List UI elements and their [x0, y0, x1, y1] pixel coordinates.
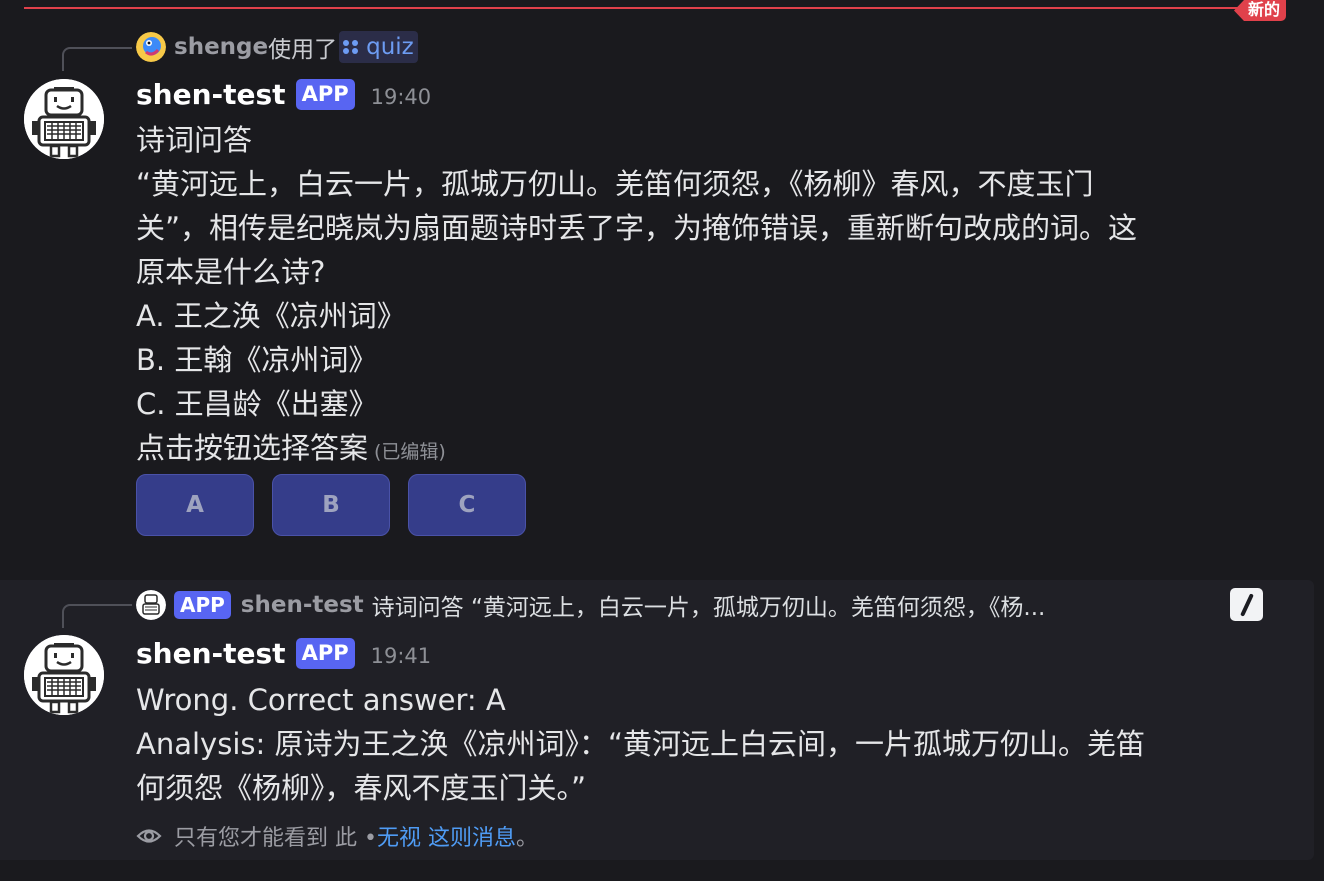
reply-action: 使用了 [268, 37, 338, 63]
author-name[interactable]: shen-test [136, 78, 286, 111]
eye-icon [136, 829, 162, 843]
app-badge: APP [295, 638, 355, 669]
answer-b-button[interactable]: B [272, 474, 390, 536]
result-line: Wrong. Correct answer: A [136, 683, 506, 717]
new-messages-divider [24, 7, 1286, 9]
app-badge: APP [295, 79, 355, 110]
instruction-text: 点击按钮选择答案 [136, 431, 369, 465]
reply-reference[interactable]: APP shen-test 诗词问答 “黄河远上，白云一片，孤城万仞山。羌笛何须… [136, 588, 1266, 622]
instruction-line: 点击按钮选择答案 (已编辑) [136, 426, 1296, 474]
option-a-text: A. 王之涣《凉州词》 [136, 299, 406, 333]
user-avatar-small[interactable] [136, 32, 166, 62]
bot-avatar-small[interactable] [136, 590, 166, 620]
reply-connector [62, 604, 132, 628]
content-line: 原本是什么诗? [136, 255, 326, 289]
message-content: 诗词问答 “黄河远上，白云一片，孤城万仞山。羌笛何须怨，《杨柳》春风，不度玉门 … [136, 118, 1296, 474]
reply-username[interactable]: shenge [174, 34, 268, 60]
reply-app-badge: APP [174, 591, 231, 619]
analysis-line: Analysis: 原诗为王之涣《凉州词》：“黄河远上白云间，一片孤城万仞山。羌… [136, 727, 1145, 761]
message-content: Wrong. Correct answer: A Analysis: 原诗为王之… [136, 678, 1296, 810]
content-line: 关”，相传是纪晓岚为扇面题诗时丢了字，为掩饰错误，重新断句改成的词。这 [136, 211, 1138, 245]
ephemeral-suffix: 。 [515, 826, 538, 851]
message-header: shen-test APP 19:41 [136, 637, 431, 670]
author-name[interactable]: shen-test [136, 637, 286, 670]
ephemeral-text: 只有您才能看到 此 • [174, 826, 377, 851]
message-result: APP shen-test 诗词问答 “黄河远上，白云一片，孤城万仞山。羌笛何须… [0, 580, 1314, 860]
grid-icon [343, 40, 359, 54]
command-name: quiz [366, 34, 414, 60]
ephemeral-notice: 只有您才能看到 此 • 无视 这则消息 。 [136, 820, 538, 852]
analysis-line: 何须怨《杨柳》，春风不度玉门关。” [136, 771, 587, 805]
command-reply-header[interactable]: shenge 使用了 quiz [136, 30, 418, 64]
content-line: “黄河远上，白云一片，孤城万仞山。羌笛何须怨，《杨柳》春风，不度玉门 [136, 167, 1094, 201]
bot-avatar[interactable] [24, 79, 104, 159]
reply-username[interactable]: shen-test [241, 592, 364, 618]
edited-indicator: (已编辑) [374, 441, 446, 463]
timestamp[interactable]: 19:41 [371, 644, 432, 668]
command-quiz-link[interactable]: quiz [339, 31, 418, 63]
slash-command-icon [1230, 588, 1263, 621]
message-quiz: shenge 使用了 quiz shen-test APP 19:40 诗词问答… [0, 20, 1314, 560]
reply-connector [62, 47, 132, 71]
option-c-text: C. 王昌龄《出塞》 [136, 387, 378, 421]
answer-buttons: A B C [136, 474, 544, 536]
new-messages-badge: 新的 [1233, 0, 1286, 21]
answer-a-button[interactable]: A [136, 474, 254, 536]
content-line: 诗词问答 [136, 123, 253, 157]
option-b-text: B. 王翰《凉州词》 [136, 343, 378, 377]
answer-c-button[interactable]: C [408, 474, 526, 536]
dismiss-message-link[interactable]: 无视 这则消息 [377, 820, 516, 852]
timestamp[interactable]: 19:40 [371, 85, 432, 109]
reply-preview[interactable]: 诗词问答 “黄河远上，白云一片，孤城万仞山。羌笛何须怨，《杨... [372, 588, 1046, 622]
message-header: shen-test APP 19:40 [136, 78, 431, 111]
bot-avatar[interactable] [24, 635, 104, 715]
